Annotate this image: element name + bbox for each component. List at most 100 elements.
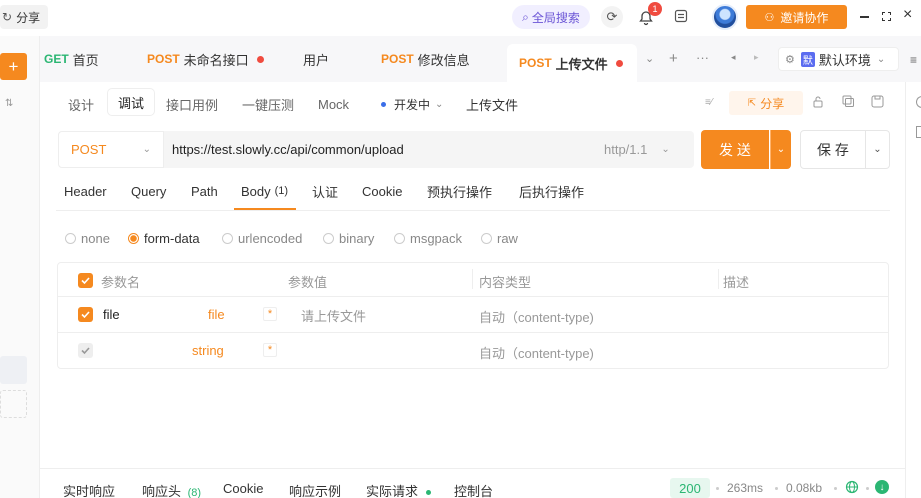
tab-untitled[interactable]: POST 未命名接口 <box>147 44 264 74</box>
tab-home[interactable]: GET 首页 <box>44 44 99 74</box>
tab-upload-file[interactable]: POST 上传文件 <box>507 44 637 82</box>
tab-stress[interactable]: 一键压测 <box>242 93 294 115</box>
tab-method: POST <box>147 52 180 66</box>
tab-user[interactable]: 用户 <box>303 44 329 74</box>
tab-response-cookie[interactable]: Cookie <box>223 481 263 496</box>
copy-icon[interactable] <box>842 95 855 108</box>
radio-form-data[interactable]: form-data <box>128 231 200 246</box>
panel-icon-1[interactable] <box>916 96 921 108</box>
radio-binary[interactable]: binary <box>323 231 374 246</box>
tab-design[interactable]: 设计 <box>68 93 94 115</box>
plus-icon: + <box>8 56 19 76</box>
global-search-button[interactable]: ⌕ 全局搜索 <box>512 5 590 29</box>
tab-cases[interactable]: 接口用例 <box>166 93 218 115</box>
tab-cookie[interactable]: Cookie <box>362 182 402 200</box>
protocol-select[interactable]: http/1.1 ⌄ <box>604 131 689 168</box>
sidebar-item-selected[interactable] <box>0 356 27 384</box>
close-button[interactable]: × <box>903 7 917 23</box>
tab-header[interactable]: Header <box>64 182 107 200</box>
panel-icon-2[interactable] <box>916 126 921 138</box>
notification-button[interactable]: 1 <box>636 2 662 28</box>
tab-edit-info[interactable]: POST 修改信息 <box>381 44 470 74</box>
tab-live-label: 实时响应 <box>63 484 116 498</box>
radio-none[interactable]: none <box>65 231 110 246</box>
tab-debug-label: 调试 <box>118 95 145 111</box>
sort-icon[interactable]: ⇅ <box>5 98 13 109</box>
lock-icon[interactable] <box>812 95 824 109</box>
tab-console[interactable]: 控制台 <box>454 481 493 498</box>
env-settings-icon: ⚙ <box>785 53 795 66</box>
radio-raw[interactable]: raw <box>481 231 518 246</box>
minimize-button[interactable] <box>859 10 871 22</box>
save-button[interactable]: 保 存 <box>800 130 866 169</box>
required-toggle[interactable]: * <box>263 343 277 357</box>
add-tab-icon[interactable]: + <box>669 50 678 67</box>
download-icon[interactable]: ↓ <box>875 480 889 494</box>
more-tabs-icon[interactable]: ··· <box>696 50 709 65</box>
tabs-dropdown-icon[interactable]: ⌄ <box>645 52 654 65</box>
avatar[interactable] <box>712 4 738 30</box>
user-add-icon: ⚇ <box>764 11 775 24</box>
save-draft-icon[interactable] <box>871 95 884 108</box>
tab-actual-request[interactable]: 实际请求 <box>366 481 431 498</box>
tab-cases-label: 接口用例 <box>166 97 219 113</box>
tab-method: GET <box>44 52 69 66</box>
share-label: 分享 <box>16 10 41 25</box>
tab-response-example[interactable]: 响应示例 <box>289 481 341 498</box>
right-panel-edge <box>905 82 921 498</box>
radio-label: form-data <box>144 231 200 246</box>
scroll-left-icon[interactable]: ◂ <box>731 52 736 63</box>
invite-button[interactable]: ⚇ 邀请协作 <box>746 5 847 29</box>
maximize-button[interactable] <box>881 10 893 22</box>
globe-icon[interactable] <box>845 480 859 494</box>
tab-mock[interactable]: Mock <box>318 93 349 115</box>
tab-auth[interactable]: 认证 <box>312 182 338 200</box>
chevron-down-icon: ⌄ <box>142 144 151 155</box>
content-type-input[interactable]: 自动（content-type) <box>479 343 594 362</box>
format-icon[interactable]: ≡⁄ <box>705 97 713 108</box>
scroll-right-icon[interactable]: ▸ <box>754 52 759 63</box>
save-options-button[interactable]: ⌄ <box>866 130 890 169</box>
share-button[interactable]: ↻ 分享 <box>0 5 49 29</box>
menu-icon[interactable]: ≡ <box>910 53 920 67</box>
content-type-input[interactable]: 自动（content-type) <box>479 307 594 326</box>
url-input[interactable]: https://test.slowly.cc/api/common/upload <box>172 131 592 168</box>
table-row: string * 自动（content-type) <box>58 333 888 369</box>
check-icon <box>81 277 90 285</box>
send-options-button[interactable]: ⌄ <box>770 130 791 169</box>
select-all-checkbox[interactable] <box>78 273 93 288</box>
row-checkbox[interactable] <box>78 307 93 322</box>
tab-post-script[interactable]: 后执行操作 <box>519 182 584 200</box>
row-checkbox[interactable] <box>78 343 93 358</box>
param-type-select[interactable]: string <box>192 343 224 358</box>
sidebar-item[interactable] <box>0 390 27 418</box>
send-button[interactable]: 发 送 <box>701 130 769 169</box>
left-sidebar: + ⇅ <box>0 36 40 498</box>
tab-query[interactable]: Query <box>131 182 166 200</box>
radio-msgpack[interactable]: msgpack <box>394 231 462 246</box>
param-type-select[interactable]: file <box>208 307 225 322</box>
new-button[interactable]: + <box>0 53 27 80</box>
tab-body[interactable]: Body (1) <box>241 182 288 200</box>
tab-mock-label: Mock <box>318 96 350 112</box>
environment-select[interactable]: ⚙ 默 默认环境 ⌄ <box>778 47 899 71</box>
required-toggle[interactable]: * <box>263 307 277 321</box>
param-name-input[interactable]: file <box>103 307 120 322</box>
method-select[interactable]: POST ⌄ <box>58 131 164 168</box>
radio-urlencoded[interactable]: urlencoded <box>222 231 302 246</box>
param-value-upload[interactable]: 请上传文件 <box>301 306 366 325</box>
tab-pre-script[interactable]: 预执行操作 <box>427 182 492 200</box>
tab-path[interactable]: Path <box>191 182 218 200</box>
tab-live-response[interactable]: 实时响应 <box>63 481 115 498</box>
tab-debug[interactable]: 调试 <box>108 89 155 115</box>
tab-stress-label: 一键压测 <box>242 97 295 113</box>
api-name[interactable]: 上传文件 <box>466 93 518 115</box>
sync-button[interactable]: ⟳ <box>601 6 623 28</box>
status-select[interactable]: 开发中 ⌄ <box>381 93 443 115</box>
messages-button[interactable] <box>674 9 690 25</box>
api-share-button[interactable]: ⇱ 分享 <box>729 91 803 115</box>
tab-response-headers[interactable]: 响应头 (8) <box>142 481 201 498</box>
invite-label: 邀请协作 <box>780 10 829 25</box>
response-size: 0.08kb <box>786 481 823 495</box>
separator-dot <box>834 487 837 490</box>
